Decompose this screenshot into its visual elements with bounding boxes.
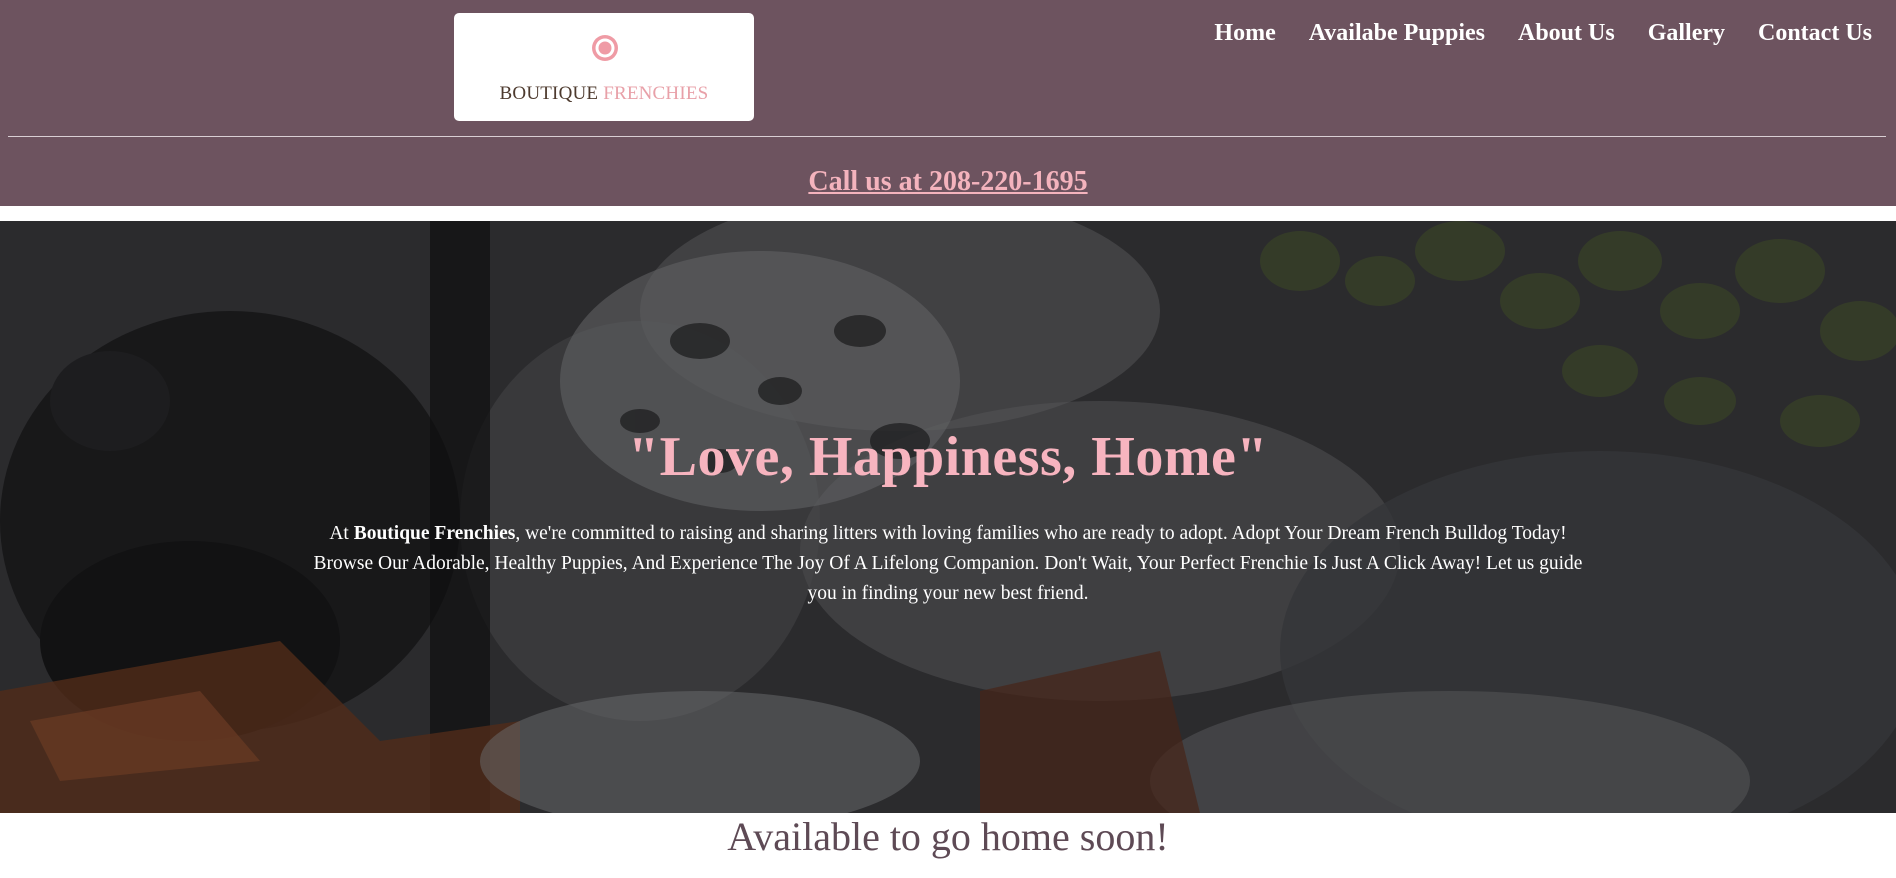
logo-word-boutique: BOUTIQUE [499, 83, 599, 104]
nav-item-contact-us[interactable]: Contact Us [1758, 20, 1872, 47]
call-phone-link[interactable]: Call us at 208-220-1695 [808, 166, 1087, 197]
hero-text-prefix: At [329, 522, 354, 544]
nav-item-available-puppies[interactable]: Availabe Puppies [1309, 20, 1485, 47]
hero-banner: "Love, Happiness, Home" At Boutique Fren… [0, 221, 1896, 813]
nav-item-gallery[interactable]: Gallery [1648, 20, 1725, 47]
header-divider [8, 136, 1886, 137]
site-header: BOUTIQUE FRENCHIES Home Availabe Puppies… [0, 0, 1896, 206]
logo-word-frenchies: FRENCHIES [603, 83, 709, 104]
hero-description: At Boutique Frenchies, we're committed t… [300, 519, 1596, 609]
logo[interactable]: BOUTIQUE FRENCHIES [454, 13, 754, 121]
nav-item-home[interactable]: Home [1214, 20, 1275, 47]
ring-icon [590, 33, 620, 68]
hero-title: "Love, Happiness, Home" [628, 426, 1268, 488]
hero-background-image [0, 221, 1896, 813]
logo-text: BOUTIQUE FRENCHIES [454, 83, 754, 105]
section-title: Available to go home soon! [727, 814, 1169, 859]
main-nav: Home Availabe Puppies About Us Gallery C… [1214, 20, 1872, 47]
call-banner: Call us at 208-220-1695 [0, 166, 1896, 198]
hero-brand-name: Boutique Frenchies [353, 522, 516, 544]
nav-item-about-us[interactable]: About Us [1518, 20, 1615, 47]
